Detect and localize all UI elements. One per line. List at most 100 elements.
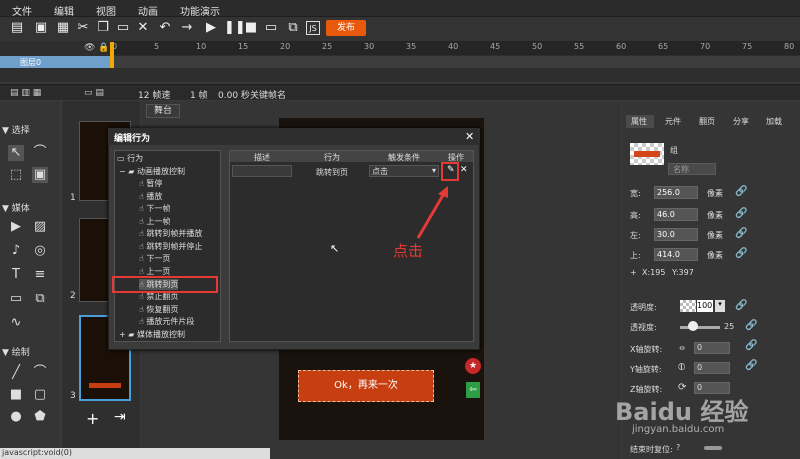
video-icon[interactable]: ▶ bbox=[8, 219, 24, 235]
behavior-star-icon[interactable]: ★ bbox=[465, 358, 481, 374]
tab-load[interactable]: 加载 bbox=[766, 116, 782, 128]
paragraph-icon[interactable]: ≡ bbox=[32, 267, 48, 283]
menu-view[interactable]: 视图 bbox=[96, 3, 116, 18]
eye-icon[interactable]: 👁 bbox=[84, 43, 95, 53]
tab-properties[interactable]: 属性 bbox=[631, 116, 647, 128]
curve-tool-icon[interactable]: ⌒ bbox=[32, 365, 48, 381]
link-icon[interactable]: 🔗 bbox=[735, 186, 747, 197]
retry-button[interactable]: Ok，再来一次 bbox=[298, 370, 434, 402]
audio-icon[interactable]: ♪ bbox=[8, 243, 24, 259]
tree-item-prev-frame[interactable]: ☝ 上一帧 bbox=[139, 216, 170, 227]
ruler-tick-label: 30 bbox=[364, 42, 375, 51]
page-number: 2 bbox=[70, 291, 76, 301]
tree-item-play-clip[interactable]: ☝ 播放元件片段 bbox=[139, 316, 194, 327]
text-icon[interactable]: T bbox=[8, 267, 24, 283]
group-tool-icon[interactable]: ▣ bbox=[32, 167, 48, 183]
width-input[interactable]: 256.0 bbox=[654, 186, 698, 199]
lock-icon[interactable]: 🔒 bbox=[98, 43, 109, 53]
tab-share[interactable]: 分享 bbox=[733, 116, 749, 128]
tree-root[interactable]: ▭ 行为 bbox=[117, 153, 143, 164]
tree-group-animation[interactable]: − ▰ 动画播放控制 bbox=[119, 166, 185, 177]
trigger-select[interactable]: 点击 ▾ bbox=[369, 165, 439, 177]
cut-icon[interactable]: ✂ bbox=[76, 21, 90, 35]
reset-toggle[interactable] bbox=[704, 446, 722, 450]
tree-group-media[interactable]: + ▰ 媒体播放控制 bbox=[119, 329, 185, 340]
link-icon[interactable]: 🔗 bbox=[735, 248, 747, 259]
link-icon[interactable]: 🔗 bbox=[735, 228, 747, 239]
chevron-down-icon[interactable]: ▾ bbox=[715, 300, 725, 312]
open-folder-icon[interactable]: ▣ bbox=[34, 21, 48, 35]
stop-icon[interactable]: ■ bbox=[244, 21, 258, 35]
menu-edit[interactable]: 编辑 bbox=[54, 3, 74, 18]
lasso-tool-icon[interactable]: ⌒ bbox=[32, 145, 48, 161]
link-icon[interactable]: 🔗 bbox=[745, 360, 757, 371]
pause-icon[interactable]: ❚❚ bbox=[224, 21, 246, 35]
film-icon[interactable]: ◎ bbox=[32, 243, 48, 259]
transform-tool-icon[interactable]: ⬚ bbox=[8, 167, 24, 183]
tree-item-play[interactable]: ☝ 播放 bbox=[139, 191, 162, 202]
tree-item-restore-flip[interactable]: ☝ 恢复翻页 bbox=[139, 304, 178, 315]
save-icon[interactable]: ▦ bbox=[56, 21, 70, 35]
tab-flip[interactable]: 翻页 bbox=[699, 116, 715, 128]
enter-icon[interactable]: ⇦ bbox=[466, 382, 480, 398]
chart-icon[interactable]: ∿ bbox=[8, 315, 24, 331]
tree-item-next-frame[interactable]: ☝ 下一帧 bbox=[139, 203, 170, 214]
playhead[interactable] bbox=[110, 42, 114, 68]
left-unit: 像素 bbox=[707, 231, 723, 240]
paste-icon[interactable]: ▭ bbox=[116, 21, 130, 35]
link-icon[interactable]: 🔗 bbox=[735, 208, 747, 219]
element-name-input[interactable]: 名称 bbox=[668, 163, 716, 175]
menu-animation[interactable]: 动画 bbox=[138, 3, 158, 18]
menu-demo[interactable]: 功能演示 bbox=[180, 3, 220, 18]
blur-slider[interactable] bbox=[680, 326, 720, 329]
tree-item-goto-frame-play[interactable]: ☝ 跳转到帧并播放 bbox=[139, 228, 202, 239]
image-icon[interactable]: ▨ bbox=[32, 219, 48, 235]
ellipse-tool-icon[interactable]: ● bbox=[8, 409, 24, 425]
link-icon[interactable]: 🔗 bbox=[745, 320, 757, 331]
undo-icon[interactable]: ↶ bbox=[158, 21, 172, 35]
redo-icon[interactable]: → bbox=[180, 21, 194, 35]
layer-row[interactable]: 图层0 bbox=[0, 56, 110, 68]
blur-slider-handle[interactable] bbox=[688, 321, 698, 331]
preview-icon[interactable]: ▭ bbox=[264, 21, 278, 35]
delete-row-icon[interactable]: ✕ bbox=[460, 165, 468, 175]
table-header: 描述 行为 触发条件 操作 bbox=[230, 151, 473, 162]
code-icon[interactable]: ⧉ bbox=[32, 291, 48, 307]
layer-track[interactable] bbox=[112, 56, 800, 68]
js-icon[interactable]: JS bbox=[306, 21, 320, 35]
layer-tools-icon[interactable]: ▤ ▥ ▦ bbox=[10, 88, 41, 98]
tab-stage[interactable]: 舞台 bbox=[146, 104, 180, 118]
pointer-tool-icon[interactable]: ↖ bbox=[8, 145, 24, 161]
description-input[interactable] bbox=[232, 165, 292, 177]
tree-item-pause[interactable]: ☝ 暂停 bbox=[139, 178, 162, 189]
rounded-rect-tool-icon[interactable]: ▢ bbox=[32, 387, 48, 403]
rectangle-tool-icon[interactable]: ■ bbox=[8, 387, 24, 403]
tab-components[interactable]: 元件 bbox=[665, 116, 681, 128]
add-page-icon[interactable]: + bbox=[86, 409, 99, 428]
opacity-input[interactable]: 100 bbox=[697, 300, 713, 312]
timeline-ruler[interactable]: 0 5 10 15 20 25 30 35 40 45 50 55 60 65 70 75 80 bbox=[110, 41, 800, 55]
height-input[interactable]: 46.0 bbox=[654, 208, 698, 221]
left-input[interactable]: 30.0 bbox=[654, 228, 698, 241]
import-page-icon[interactable]: ⇥ bbox=[114, 409, 126, 425]
top-input[interactable]: 414.0 bbox=[654, 248, 698, 261]
publish-button[interactable]: 发布 bbox=[326, 20, 366, 36]
screen-icon[interactable]: ⧉ bbox=[286, 21, 300, 35]
tree-item-goto-frame-stop[interactable]: ☝ 跳转到帧并停止 bbox=[139, 241, 202, 252]
dialog-close-icon[interactable]: ✕ bbox=[465, 130, 474, 143]
menu-file[interactable]: 文件 bbox=[12, 3, 32, 18]
y-rotation-input[interactable]: 0 bbox=[694, 362, 730, 374]
x-rotation-input[interactable]: 0 bbox=[694, 342, 730, 354]
frame-tools-icon[interactable]: ▭ ▤ bbox=[84, 88, 104, 98]
link-icon[interactable]: 🔗 bbox=[745, 340, 757, 351]
new-file-icon[interactable]: ▤ bbox=[10, 21, 24, 35]
link-icon[interactable]: 🔗 bbox=[735, 300, 747, 311]
polygon-tool-icon[interactable]: ⬟ bbox=[32, 409, 48, 425]
tree-item-next-page[interactable]: ☝ 下一页 bbox=[139, 253, 170, 264]
delete-icon[interactable]: ✕ bbox=[136, 21, 150, 35]
copy-icon[interactable]: ❐ bbox=[96, 21, 110, 35]
help-icon[interactable]: ? bbox=[676, 443, 680, 452]
frame-icon[interactable]: ▭ bbox=[8, 291, 24, 307]
line-tool-icon[interactable]: ╱ bbox=[8, 365, 24, 381]
play-icon[interactable]: ▶ bbox=[204, 21, 218, 35]
